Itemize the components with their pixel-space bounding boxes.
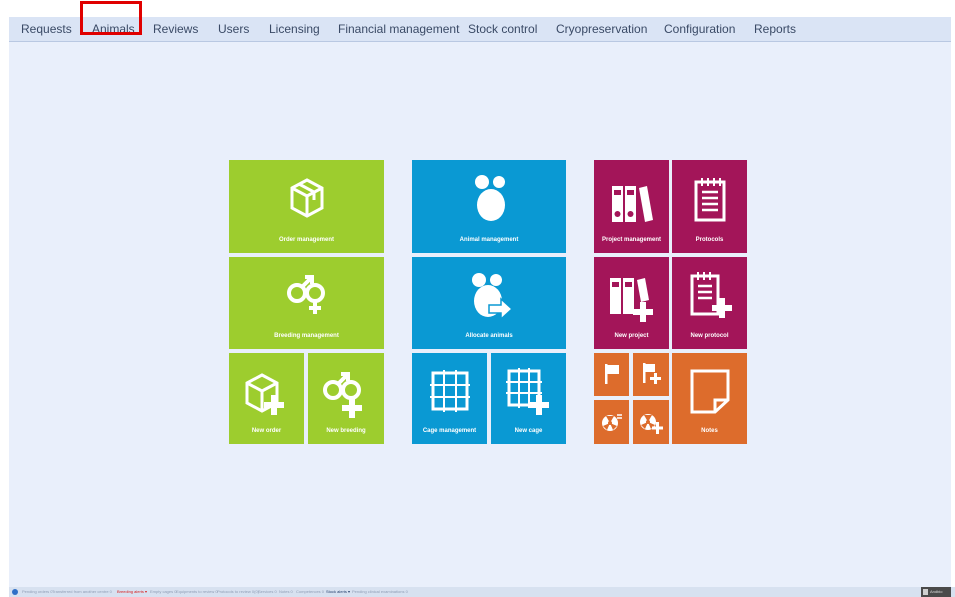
menu-reports[interactable]: Reports xyxy=(754,17,796,41)
tile-notes-label: Notes xyxy=(701,428,718,434)
tile-new-protocol-label: New protocol xyxy=(690,333,729,339)
menu-stock-control[interactable]: Stock control xyxy=(468,17,537,41)
status-equipments[interactable]: Equipments to review 0 xyxy=(176,587,218,597)
flag-icon xyxy=(605,364,619,384)
box-icon xyxy=(290,178,324,218)
tile-flag[interactable] xyxy=(594,353,629,396)
tile-new-project-label: New project xyxy=(614,333,649,339)
main-menu-bar: Requests Animals Reviews Users Licensing… xyxy=(9,17,951,42)
status-bar: Pending orders 0 Transferred from anothe… xyxy=(9,587,955,597)
sticky-note-icon xyxy=(690,369,730,414)
male-female-icon xyxy=(287,275,325,314)
status-notes[interactable]: Notes 0 xyxy=(279,587,293,597)
refresh-icon[interactable] xyxy=(12,589,18,595)
status-empty-cages[interactable]: Empty cages 0 xyxy=(150,587,176,597)
notepad-icon xyxy=(694,178,726,222)
cage-add-icon xyxy=(506,368,549,415)
tile-animal-management[interactable]: Animal management xyxy=(412,160,566,253)
tile-animal-management-label: Animal management xyxy=(459,237,519,243)
tile-breeding-management[interactable]: Breeding management xyxy=(229,257,384,349)
tile-allocate-animals-label: Allocate animals xyxy=(465,333,513,339)
mouse-arrow-icon xyxy=(472,273,513,321)
tile-new-breeding[interactable]: New breeding xyxy=(308,353,384,444)
mouse-icon xyxy=(475,175,505,221)
tile-breeding-management-label: Breeding management xyxy=(274,333,339,339)
box-add-icon xyxy=(245,373,284,415)
status-breeding-alerts[interactable]: Breeding alerts ▾ xyxy=(117,587,147,597)
tile-new-breeding-label: New breeding xyxy=(326,428,366,434)
menu-configuration[interactable]: Configuration xyxy=(664,17,735,41)
tile-hazard[interactable] xyxy=(594,400,629,444)
tile-cage-management-label: Cage management xyxy=(422,428,477,434)
tile-new-hazard[interactable] xyxy=(633,400,669,444)
tile-order-management[interactable]: Order management xyxy=(229,160,384,253)
tile-new-cage[interactable]: New cage xyxy=(491,353,566,444)
menu-requests[interactable]: Requests xyxy=(21,17,72,41)
binders-icon xyxy=(612,186,653,222)
tile-project-management[interactable]: Project management xyxy=(594,160,669,253)
tile-new-project[interactable]: New project xyxy=(594,257,669,349)
tile-order-management-label: Order management xyxy=(278,237,335,243)
menu-users[interactable]: Users xyxy=(218,17,249,41)
menu-cryopreservation[interactable]: Cryopreservation xyxy=(556,17,647,41)
menu-financial-management[interactable]: Financial management xyxy=(338,17,459,41)
tile-new-cage-label: New cage xyxy=(514,428,543,434)
tile-protocols-label: Protocols xyxy=(695,237,724,243)
tile-cage-management[interactable]: Cage management xyxy=(412,353,487,444)
user-icon xyxy=(923,589,928,595)
status-stock-alerts[interactable]: Stock alerts ▾ xyxy=(326,587,350,597)
user-name: Andbio xyxy=(930,589,943,594)
tile-new-order[interactable]: New order xyxy=(229,353,304,444)
tile-project-management-label: Project management xyxy=(601,237,662,243)
binders-add-icon xyxy=(610,278,653,322)
status-pending-exams[interactable]: Pending clinical examinations 0 xyxy=(352,587,408,597)
status-services[interactable]: Services 0 xyxy=(258,587,277,597)
menu-licensing[interactable]: Licensing xyxy=(269,17,320,41)
flag-add-icon xyxy=(643,363,661,384)
notepad-add-icon xyxy=(690,272,732,318)
radiation-add-icon xyxy=(640,414,663,434)
status-protocols-review[interactable]: Protocols to review 0(0) xyxy=(217,587,259,597)
user-badge[interactable]: Andbio xyxy=(921,587,951,597)
status-transferred[interactable]: Transferred from another centre 0 xyxy=(52,587,112,597)
tile-allocate-animals[interactable]: Allocate animals xyxy=(412,257,566,349)
status-competences[interactable]: Competences 0 xyxy=(296,587,324,597)
menu-animals[interactable]: Animals xyxy=(92,17,135,41)
status-pending-orders[interactable]: Pending orders 0 xyxy=(22,587,52,597)
male-female-add-icon xyxy=(323,372,362,418)
tile-new-protocol[interactable]: New protocol xyxy=(672,257,747,349)
cage-icon xyxy=(430,370,470,412)
tile-new-order-label: New order xyxy=(251,428,282,434)
tile-new-flag[interactable] xyxy=(633,353,669,396)
menu-reviews[interactable]: Reviews xyxy=(153,17,198,41)
radiation-icon xyxy=(602,414,622,431)
tile-notes[interactable]: Notes xyxy=(672,353,747,444)
tile-protocols[interactable]: Protocols xyxy=(672,160,747,253)
